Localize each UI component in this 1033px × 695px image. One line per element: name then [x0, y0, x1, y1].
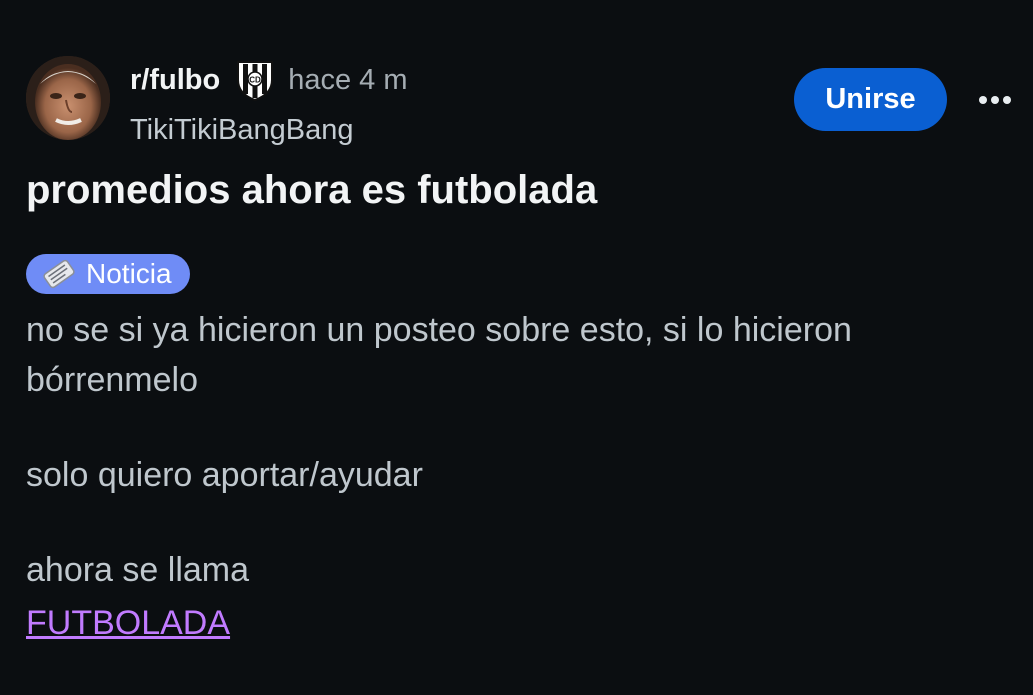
- post-body-link-line: FUTBOLADA: [26, 598, 230, 648]
- post-flair[interactable]: Noticia: [26, 254, 190, 294]
- flair-label: Noticia: [86, 258, 172, 289]
- meta-row: r/fulbo CD hace 4 m: [130, 58, 408, 102]
- post-header: r/fulbo CD hace 4 m TikiTikiBangBang Uni…: [26, 56, 1016, 146]
- more-dot: [991, 96, 999, 104]
- body-line-3: solo quiero aportar/ayudar: [26, 456, 423, 494]
- post-body-paragraph-2: solo quiero aportar/ayudar: [26, 450, 423, 500]
- futbolada-link[interactable]: FUTBOLADA: [26, 604, 230, 642]
- subreddit-name[interactable]: r/fulbo: [130, 64, 220, 97]
- avatar[interactable]: [26, 56, 110, 140]
- post-body-paragraph-3: ahora se llama: [26, 545, 249, 595]
- body-line-1: no se si ya hicieron un posteo sobre est…: [26, 311, 852, 349]
- post-title[interactable]: promedios ahora es futbolada: [26, 164, 597, 216]
- post-body-paragraph-1: no se si ya hicieron un posteo sobre est…: [26, 305, 852, 405]
- more-dot: [979, 96, 987, 104]
- newspaper-icon: [43, 259, 75, 289]
- club-crest-icon: CD: [237, 61, 274, 102]
- more-dot: [1003, 96, 1011, 104]
- join-button[interactable]: Unirse: [794, 68, 947, 131]
- author-name[interactable]: TikiTikiBangBang: [130, 112, 408, 148]
- post-time: hace 4 m: [288, 63, 408, 96]
- more-options-icon[interactable]: [970, 80, 1020, 120]
- svg-text:CD: CD: [249, 76, 261, 85]
- body-line-2: bórrenmelo: [26, 361, 198, 399]
- body-line-4: ahora se llama: [26, 551, 250, 589]
- avatar-image: [26, 56, 110, 140]
- post-meta: r/fulbo CD hace 4 m TikiTikiBangBang: [130, 58, 408, 148]
